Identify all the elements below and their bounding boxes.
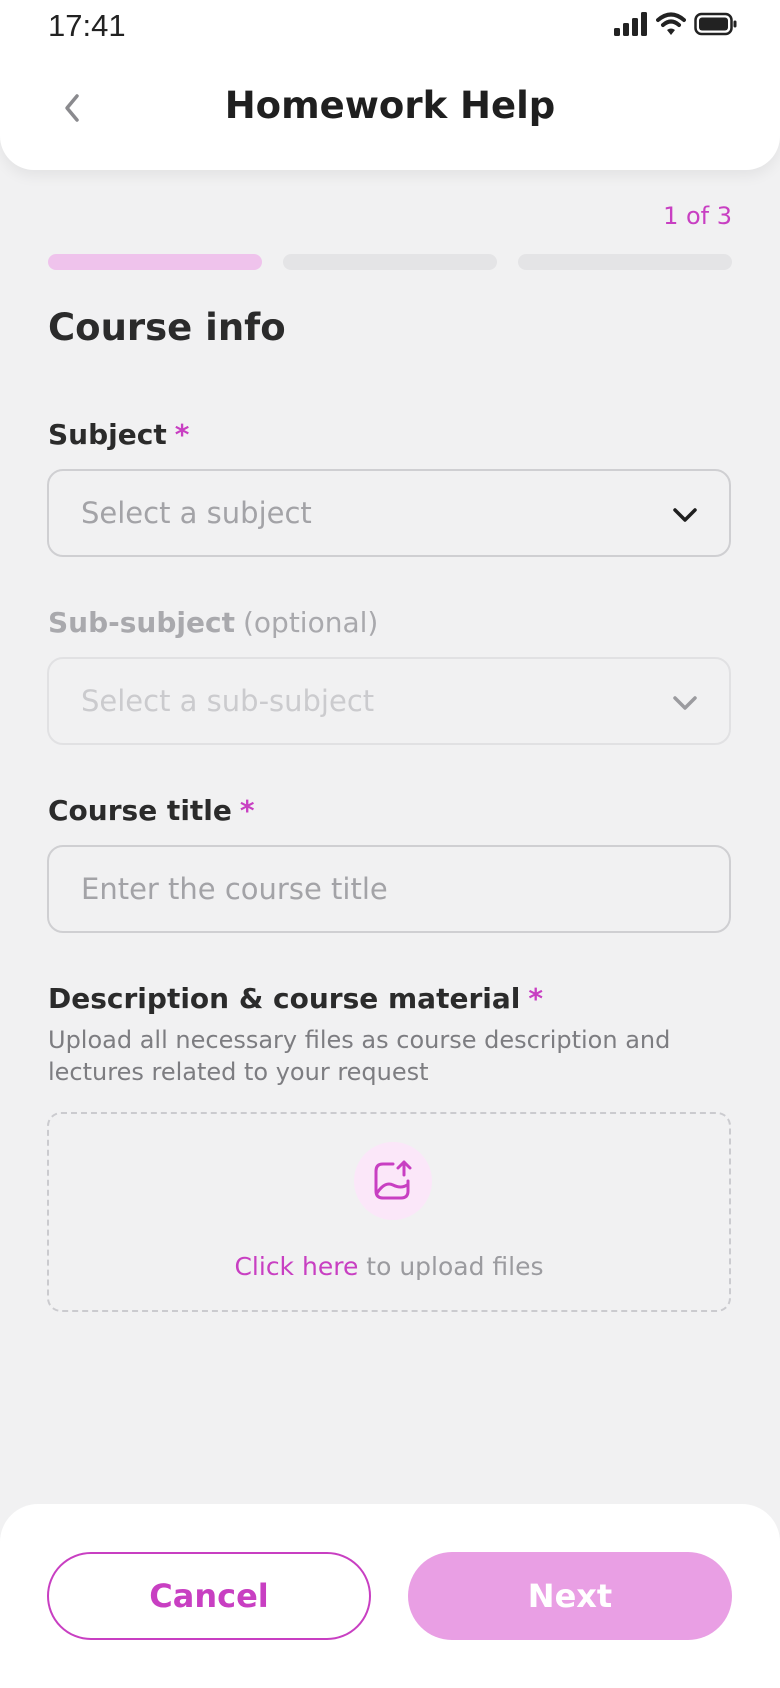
description-help-text: Upload all necessary files as course des… — [48, 1026, 671, 1086]
upload-icon-badge — [354, 1142, 432, 1220]
required-mark: * — [239, 794, 255, 827]
status-time: 17:41 — [48, 8, 126, 43]
sub-subject-placeholder: Select a sub-subject — [81, 684, 375, 718]
subject-select[interactable]: Select a subject — [47, 469, 731, 557]
status-icons — [614, 12, 738, 36]
upload-image-icon — [374, 1160, 412, 1200]
status-bar: 17:41 — [0, 0, 780, 54]
page-title: Homework Help — [224, 84, 556, 127]
step-progress — [48, 254, 732, 270]
signal-icon — [614, 12, 647, 36]
subject-placeholder: Select a subject — [81, 496, 312, 530]
description-label: Description & course material * — [48, 982, 543, 1015]
footer-bar: Cancel Next — [0, 1504, 780, 1688]
section-title: Course info — [48, 306, 286, 349]
next-button[interactable]: Next — [408, 1552, 732, 1640]
chevron-down-icon — [673, 696, 697, 710]
wifi-icon — [656, 12, 686, 35]
sub-subject-label-text: Sub-subject — [48, 606, 235, 639]
chevron-down-icon — [673, 508, 697, 522]
required-mark: * — [528, 982, 543, 1015]
subject-label-text: Subject — [48, 418, 167, 451]
progress-step-1 — [48, 254, 262, 270]
course-title-label: Course title * — [48, 794, 255, 827]
subject-label: Subject * — [48, 418, 189, 451]
upload-rest-text: to upload files — [366, 1252, 544, 1281]
optional-tag: (optional) — [242, 606, 379, 639]
required-mark: * — [174, 418, 190, 451]
course-title-label-text: Course title — [48, 794, 232, 827]
sub-subject-label: Sub-subject (optional) — [48, 606, 378, 639]
file-upload-area[interactable]: Click here to upload files — [47, 1112, 731, 1312]
step-counter: 1 of 3 — [663, 202, 732, 230]
progress-step-3 — [518, 254, 732, 270]
course-title-input[interactable]: Enter the course title — [47, 845, 731, 933]
cancel-button[interactable]: Cancel — [47, 1552, 371, 1640]
upload-link[interactable]: Click here — [234, 1252, 358, 1281]
course-title-placeholder: Enter the course title — [81, 872, 388, 906]
sub-subject-select[interactable]: Select a sub-subject — [47, 657, 731, 745]
battery-icon — [694, 12, 737, 36]
description-label-text: Description & course material — [48, 982, 521, 1015]
upload-instruction: Click here to upload files — [49, 1252, 729, 1281]
progress-step-2 — [283, 254, 497, 270]
